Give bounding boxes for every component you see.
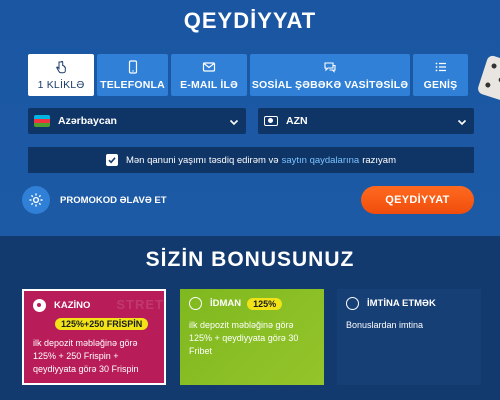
gear-icon	[22, 186, 50, 214]
tab-label: GENİŞ	[423, 79, 458, 91]
phone-icon	[126, 59, 140, 75]
chat-icon	[323, 59, 337, 75]
chevron-down-icon	[456, 115, 468, 133]
page-title: QEYDİYYAT	[183, 8, 317, 33]
bonus-badge: 125%+250 FRİSPİN	[55, 318, 149, 330]
terms-link[interactable]: saytın qaydalarına	[282, 155, 360, 166]
agree-text-end: razıyam	[362, 154, 397, 166]
bonus-card-casino[interactable]: STRET KAZİNO 125%+250 FRİSPİN ilk depozi…	[22, 289, 166, 385]
currency-select[interactable]: AZN	[258, 108, 474, 134]
bonus-card-sport[interactable]: İDMAN 125% ilk depozit məbləğinə görə 12…	[180, 289, 324, 385]
tab-label: E-MAIL İLƏ	[180, 79, 238, 91]
tab-social[interactable]: SOSİAL ŞƏBƏKƏ VASİTƏSİLƏ	[250, 54, 410, 96]
tab-label: SOSİAL ŞƏBƏKƏ VASİTƏSİLƏ	[251, 79, 409, 91]
azerbaijan-flag-icon	[34, 115, 50, 127]
tab-extended[interactable]: GENİŞ	[413, 54, 468, 96]
bonus-description: Bonuslardan imtina	[346, 320, 424, 330]
agree-text: Mən qanuni yaşımı təsdiq edirəm və	[125, 154, 279, 166]
country-select[interactable]: Azərbaycan	[28, 108, 246, 134]
bonus-name: KAZİNO	[54, 300, 91, 311]
bonus-name: İDMAN	[210, 298, 242, 309]
bonus-card-decline[interactable]: İMTİNA ETMƏK Bonuslardan imtina	[337, 289, 481, 385]
banknote-icon	[264, 116, 278, 126]
radio-icon[interactable]	[189, 297, 202, 310]
bonus-badge: 125%	[247, 297, 283, 310]
bonus-name: İMTİNA ETMƏK	[367, 298, 436, 309]
currency-value: AZN	[286, 115, 308, 127]
tap-icon	[54, 59, 68, 75]
bonus-description: ilk depozit məbləğinə görə 125% + 250 Fr…	[33, 338, 139, 374]
bonus-section-title: SİZİN BONUSUNUZ	[145, 248, 355, 271]
check-icon	[108, 157, 116, 164]
mail-icon	[202, 59, 216, 75]
radio-icon[interactable]	[346, 297, 359, 310]
registration-tabs: 1 KLİKLƏ TELEFONLA E-MAIL İLƏ SOSİAL ŞƏB…	[28, 54, 474, 96]
promo-label: PROMOKOD ƏLAVƏ ET	[60, 194, 167, 206]
tab-label: 1 KLİKLƏ	[37, 79, 85, 91]
tab-phone[interactable]: TELEFONLA	[97, 54, 168, 96]
add-promo-code-button[interactable]: PROMOKOD ƏLAVƏ ET	[22, 186, 167, 214]
age-terms-agreement: Mən qanuni yaşımı təsdiq edirəm və saytı…	[28, 147, 474, 173]
radio-selected-icon[interactable]	[33, 299, 46, 312]
tab-email[interactable]: E-MAIL İLƏ	[171, 54, 247, 96]
casino-watermark: STRET	[116, 297, 164, 312]
tab-label: TELEFONLA	[100, 79, 165, 91]
list-icon	[434, 59, 448, 75]
chevron-down-icon	[228, 115, 240, 133]
bonus-description: ilk depozit məbləğinə görə 125% + qeydiy…	[189, 320, 299, 356]
register-button[interactable]: QEYDİYYAT	[361, 186, 474, 214]
agree-checkbox[interactable]	[105, 154, 118, 166]
country-value: Azərbaycan	[58, 115, 117, 127]
tab-one-click[interactable]: 1 KLİKLƏ	[28, 54, 94, 96]
